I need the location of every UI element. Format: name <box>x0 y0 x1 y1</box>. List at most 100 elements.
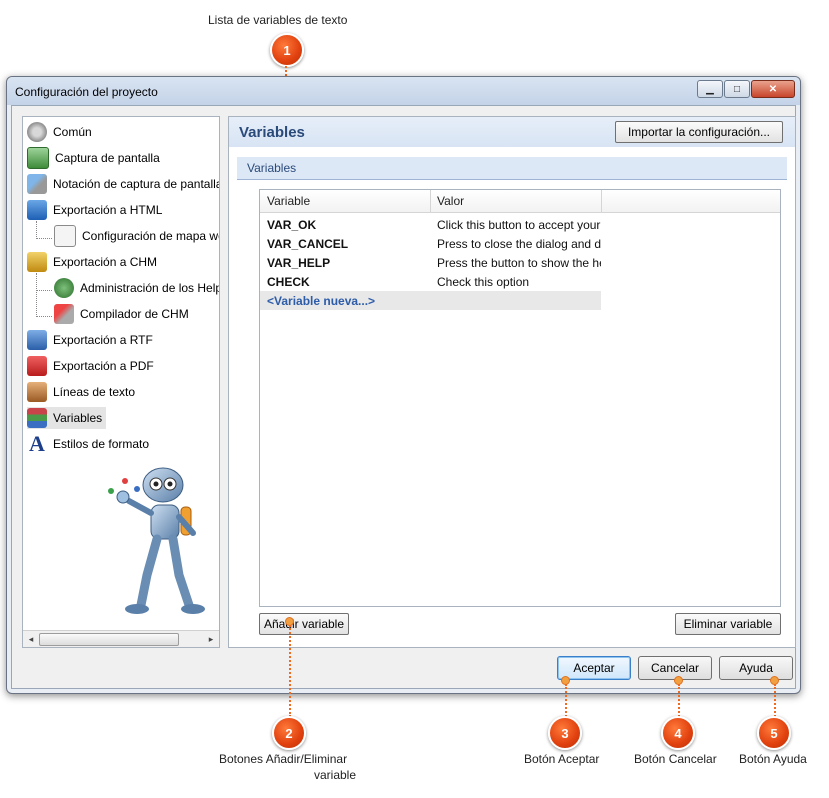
tree-item-captura[interactable]: Captura de pantalla <box>27 147 160 169</box>
minimize-icon: ▁ <box>706 83 714 95</box>
tree-item-help-id[interactable]: Administración de los Help ID <box>54 277 220 299</box>
chm-icon <box>27 252 47 272</box>
variable-name-cell: VAR_HELP <box>267 256 331 270</box>
variables-panel: Variables Importar la configuración... V… <box>228 116 796 648</box>
callout-4-line <box>678 684 680 717</box>
screen-capture-icon <box>27 147 49 169</box>
delete-variable-button[interactable]: Eliminar variable <box>675 613 781 635</box>
robot-mascot-image <box>108 467 205 614</box>
column-header-valor[interactable]: Valor <box>437 194 464 208</box>
tree-connector <box>36 273 37 317</box>
callout-1-text: Lista de variables de texto <box>208 13 348 27</box>
tree-item-label: Compilador de CHM <box>80 307 189 321</box>
help-id-icon <box>54 278 74 298</box>
grid-header: Variable Valor <box>260 190 780 213</box>
callout-3-text: Botón Aceptar <box>524 752 600 766</box>
variables-icon <box>27 408 47 428</box>
scrollbar-thumb[interactable] <box>39 633 179 646</box>
callout-badge-5: 5 <box>757 716 791 750</box>
add-variable-button[interactable]: Añadir variable <box>259 613 349 635</box>
tree-connector <box>36 238 52 239</box>
tree-item-label: Líneas de texto <box>53 385 136 399</box>
variable-value-cell: Press the button to show the help <box>437 256 601 270</box>
callout-badge-3: 3 <box>548 716 582 750</box>
tree-item-lineas[interactable]: Líneas de texto <box>27 381 135 403</box>
variable-value-cell: Click this button to accept your changes <box>437 218 601 232</box>
tree-item-label: Exportación a CHM <box>53 255 158 269</box>
html-icon <box>27 200 47 220</box>
annotation-icon <box>27 174 47 194</box>
tree-item-label: Configuración de mapa web <box>82 229 220 243</box>
table-row[interactable]: VAR_CANCEL Press to close the dialog and… <box>260 234 601 253</box>
minimize-button[interactable]: ▁ <box>697 80 723 98</box>
close-button[interactable]: ✕ <box>751 80 795 98</box>
group-header: Variables <box>237 157 787 180</box>
scroll-left-icon[interactable]: ◂ <box>24 632 38 646</box>
import-settings-button[interactable]: Importar la configuración... <box>615 121 783 143</box>
callout-3-line <box>565 684 567 717</box>
variables-grid[interactable]: Variable Valor VAR_OK Click this button … <box>259 189 781 607</box>
tree-item-label: Administración de los Help ID <box>80 281 220 295</box>
column-separator <box>430 190 431 212</box>
new-variable-row[interactable]: <Variable nueva...> <box>260 291 601 310</box>
tree-item-label: Notación de captura de pantalla <box>53 177 220 191</box>
maximize-button[interactable]: □ <box>724 80 750 98</box>
sitemap-icon <box>54 225 76 247</box>
table-row[interactable]: VAR_HELP Press the button to show the he… <box>260 253 601 272</box>
tree-item-label: Variables <box>53 411 103 425</box>
tree-item-compilador[interactable]: Compilador de CHM <box>54 303 189 325</box>
variable-name-cell: VAR_CANCEL <box>267 237 349 251</box>
callout-badge-1: 1 <box>270 33 304 67</box>
text-lines-icon <box>27 382 47 402</box>
maximize-icon: □ <box>733 83 741 95</box>
tree-item-notacion[interactable]: Notación de captura de pantalla <box>27 173 220 195</box>
tree-item-label: Exportación a RTF <box>53 333 153 347</box>
tree-item-label: Exportación a HTML <box>53 203 163 217</box>
tree-item-rtf[interactable]: Exportación a RTF <box>27 329 153 351</box>
settings-tree[interactable]: Común Captura de pantalla Notación de ca… <box>22 116 220 648</box>
tree-horizontal-scrollbar[interactable]: ◂ ▸ <box>23 630 219 647</box>
window-title: Configuración del proyecto <box>15 85 158 99</box>
callout-4-text: Botón Cancelar <box>634 752 717 766</box>
tree-item-estilos[interactable]: A Estilos de formato <box>27 433 149 455</box>
tree-item-comun[interactable]: Común <box>27 121 92 143</box>
title-bar[interactable]: Configuración del proyecto ▁ □ ✕ <box>7 77 800 105</box>
callout-badge-4: 4 <box>661 716 695 750</box>
column-separator <box>601 190 602 212</box>
format-styles-icon: A <box>29 431 45 456</box>
tree-connector <box>36 221 37 239</box>
gear-icon <box>27 122 47 142</box>
column-header-variable[interactable]: Variable <box>267 194 310 208</box>
project-settings-window: Configuración del proyecto ▁ □ ✕ Común C… <box>6 76 801 694</box>
pdf-icon <box>27 356 47 376</box>
dialog-client-area: Común Captura de pantalla Notación de ca… <box>11 105 796 689</box>
close-icon: ✕ <box>768 83 778 95</box>
variable-name-cell: CHECK <box>267 275 310 289</box>
table-row[interactable]: CHECK Check this option <box>260 272 601 291</box>
callout-5-line <box>774 684 776 717</box>
help-button[interactable]: Ayuda <box>719 656 793 680</box>
tree-item-label: Exportación a PDF <box>53 359 154 373</box>
tree-item-html[interactable]: Exportación a HTML <box>27 199 162 221</box>
tree-connector <box>36 290 52 291</box>
tree-connector <box>36 316 52 317</box>
rtf-icon <box>27 330 47 350</box>
scroll-right-icon[interactable]: ▸ <box>204 632 218 646</box>
tree-item-chm[interactable]: Exportación a CHM <box>27 251 157 273</box>
panel-header: Variables Importar la configuración... <box>229 117 795 147</box>
callout-2-text-line1: Botones Añadir/Eliminar <box>219 752 348 766</box>
tree-item-mapa-web[interactable]: Configuración de mapa web <box>54 225 220 247</box>
compiler-icon <box>54 304 74 324</box>
tree-item-label: Común <box>53 125 92 139</box>
variable-name-cell: VAR_OK <box>267 218 317 232</box>
variable-value-cell: Press to close the dialog and discard ch… <box>437 237 601 251</box>
table-row[interactable]: VAR_OK Click this button to accept your … <box>260 215 601 234</box>
tree-item-variables[interactable]: Variables <box>27 407 107 429</box>
tree-item-pdf[interactable]: Exportación a PDF <box>27 355 154 377</box>
tree-item-label: Captura de pantalla <box>55 151 160 165</box>
variable-value-cell: Check this option <box>437 275 530 289</box>
callout-2-text-line2: variable <box>314 768 357 782</box>
group-title: Variables <box>247 161 297 175</box>
new-variable-cell: <Variable nueva...> <box>267 294 376 308</box>
callout-5-text: Botón Ayuda <box>739 752 807 766</box>
